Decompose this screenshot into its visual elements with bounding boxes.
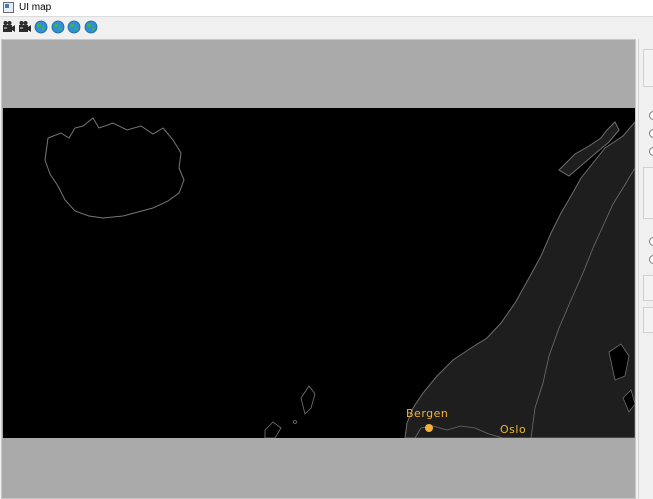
window-title: UI map — [19, 2, 52, 13]
side-panel — [638, 39, 653, 499]
globe-icon[interactable] — [51, 20, 65, 34]
globe-icon[interactable] — [34, 20, 48, 34]
side-group-box — [643, 307, 653, 333]
city-label-oslo: Oslo — [500, 423, 527, 436]
norway-landmass — [404, 121, 635, 438]
option-radio[interactable] — [649, 129, 653, 138]
city-marker-bergen[interactable] — [425, 424, 433, 432]
option-radio[interactable] — [649, 237, 653, 246]
option-radio[interactable] — [649, 111, 653, 120]
side-group-box — [643, 275, 653, 301]
globe-icon[interactable] — [67, 20, 81, 34]
globe-icon[interactable] — [84, 20, 98, 34]
map-viewport[interactable]: Bergen Oslo — [1, 39, 636, 499]
toolbar — [0, 17, 653, 37]
film-camera-icon[interactable] — [18, 20, 32, 34]
title-bar: UI map — [0, 0, 653, 17]
option-radio[interactable] — [649, 255, 653, 264]
shetland-islands — [300, 385, 316, 415]
option-radio[interactable] — [649, 147, 653, 156]
city-label-bergen: Bergen — [406, 407, 449, 420]
map-geometry — [44, 117, 635, 438]
side-group-box — [643, 167, 653, 219]
iceland-landmass — [44, 117, 185, 219]
side-group-box — [643, 49, 653, 87]
app-window-icon — [3, 2, 14, 13]
film-camera-icon[interactable] — [2, 20, 16, 34]
map-canvas[interactable]: Bergen Oslo — [3, 108, 635, 438]
small-island — [293, 420, 297, 424]
orkney-islands — [264, 421, 282, 438]
